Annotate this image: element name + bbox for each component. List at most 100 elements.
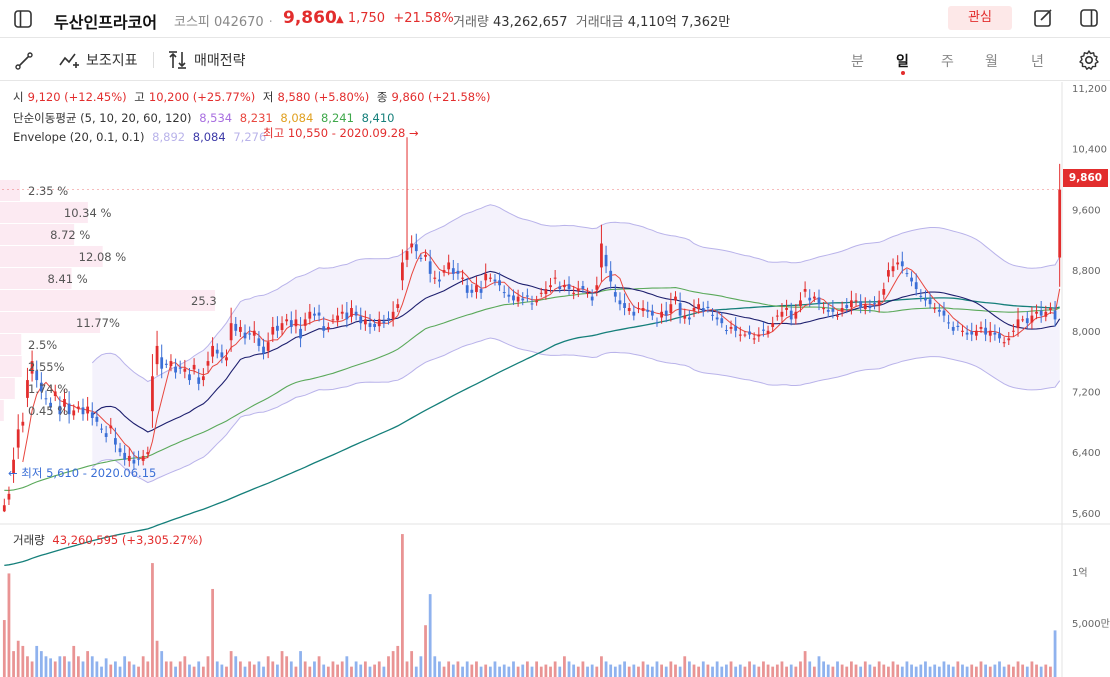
volume-bar xyxy=(410,651,414,677)
volume-profile-label: 1.74 % xyxy=(28,382,69,396)
volume-bar xyxy=(910,664,913,677)
candle-body xyxy=(974,330,978,336)
envelope-upper-value: 8,892 xyxy=(152,130,186,144)
volume-bar xyxy=(891,661,895,677)
price-chart[interactable]: 11,200 10,400 9,600 8,800 8,000 7,200 6,400 5,6… xyxy=(0,82,1110,677)
volume-bar xyxy=(965,666,969,677)
edit-icon[interactable] xyxy=(1032,7,1054,29)
candle-body xyxy=(896,262,900,265)
strategy-button[interactable]: 매매전략 xyxy=(168,50,246,70)
candle-body xyxy=(114,438,117,445)
candle-body xyxy=(743,334,747,336)
volume-bar xyxy=(7,573,11,677)
candle-body xyxy=(164,363,168,365)
candle-body xyxy=(854,300,858,302)
volume-bar xyxy=(535,661,539,677)
volume-bar xyxy=(308,666,312,677)
candle-body xyxy=(808,297,812,301)
candle-body xyxy=(775,315,779,317)
volume-bars xyxy=(2,534,1057,677)
volume-bar xyxy=(979,661,983,677)
volume-bar xyxy=(715,661,719,677)
candle-body xyxy=(248,333,252,335)
indicator-button[interactable]: 보조지표 xyxy=(58,50,138,70)
current-price-badge: 9,860 xyxy=(1063,169,1108,187)
candle-body xyxy=(678,303,682,316)
candle-body xyxy=(1049,308,1052,310)
volume-bar xyxy=(252,664,256,677)
volume-bar xyxy=(368,666,372,677)
volume-profile-label: 25.3 xyxy=(191,294,217,308)
candle-body xyxy=(206,361,210,366)
panel-toggle-icon[interactable] xyxy=(1078,7,1100,29)
candle-body xyxy=(178,367,182,369)
volume-bar xyxy=(350,666,353,677)
candle-body xyxy=(1058,189,1062,258)
candle-body xyxy=(44,398,48,400)
candle-body xyxy=(905,273,909,275)
volume-bar xyxy=(956,661,960,677)
volume-profile-label: 2.55% xyxy=(28,360,65,374)
volume-profile-label: 8.72 % xyxy=(50,228,91,242)
volume-bar xyxy=(58,656,62,677)
volume-bar xyxy=(738,664,742,677)
favorite-button[interactable]: 관심 xyxy=(948,6,1012,30)
indicator-label: 보조지표 xyxy=(86,53,138,69)
volume-bar xyxy=(438,661,441,677)
strategy-icon xyxy=(169,51,186,69)
candle-body xyxy=(766,330,770,334)
candle-body xyxy=(326,326,330,329)
settings-gear-icon[interactable] xyxy=(1078,49,1100,71)
volume-bar xyxy=(419,656,423,677)
period-day[interactable]: 일 xyxy=(896,51,909,71)
volume-bar xyxy=(16,640,20,677)
candle-body xyxy=(192,364,196,370)
candle-body xyxy=(951,326,955,331)
volume-bar xyxy=(294,666,298,677)
period-month[interactable]: 월 xyxy=(985,51,998,71)
candle-body xyxy=(998,333,1001,339)
candle-body xyxy=(738,334,742,336)
candle-body xyxy=(669,304,673,313)
candle-body xyxy=(600,243,603,268)
low-label: 저 xyxy=(262,90,274,104)
volume-bar xyxy=(197,661,201,677)
candle-body xyxy=(789,310,793,320)
volume-bar xyxy=(646,664,650,677)
volume-bar xyxy=(1039,666,1043,677)
candle-body xyxy=(512,295,515,301)
draw-line-icon[interactable] xyxy=(13,50,35,72)
period-week[interactable]: 주 xyxy=(941,51,954,71)
volume-bar xyxy=(854,664,858,677)
volume-bar xyxy=(836,661,839,677)
volume-bar xyxy=(317,656,321,677)
indicator-icon xyxy=(59,53,79,68)
candle-body xyxy=(1002,342,1006,344)
high-annotation: 최고 10,550 - 2020.09.28 → xyxy=(263,125,419,141)
candle-body xyxy=(687,317,691,320)
volume-value: 43,262,657 xyxy=(493,15,568,30)
high-label: 고 xyxy=(134,90,145,104)
candle-body xyxy=(859,301,863,308)
volume-bar xyxy=(1012,666,1015,677)
volume-bar xyxy=(799,661,802,677)
volume-bar xyxy=(229,651,233,677)
volume-bar xyxy=(507,666,511,677)
volume-bar xyxy=(1049,666,1052,677)
candle-body xyxy=(507,294,511,297)
volume-bar xyxy=(1035,664,1038,677)
period-minute[interactable]: 분 xyxy=(851,51,864,71)
candle-body xyxy=(141,455,145,461)
volume-bar xyxy=(1025,666,1029,677)
strategy-label: 매매전략 xyxy=(194,53,246,69)
envelope-legend: Envelope (20, 0.1, 0.1) 8,892 8,084 7,27… xyxy=(13,130,270,144)
candle-body xyxy=(637,308,640,309)
sidebar-toggle-icon[interactable] xyxy=(12,8,34,30)
period-year[interactable]: 년 xyxy=(1031,51,1044,71)
volume-bar xyxy=(271,661,275,677)
candle-body xyxy=(549,285,552,288)
volume-bar xyxy=(461,666,464,677)
candle-body xyxy=(363,319,367,325)
volume-bar xyxy=(600,656,603,677)
volume-profile-bar xyxy=(0,180,20,201)
